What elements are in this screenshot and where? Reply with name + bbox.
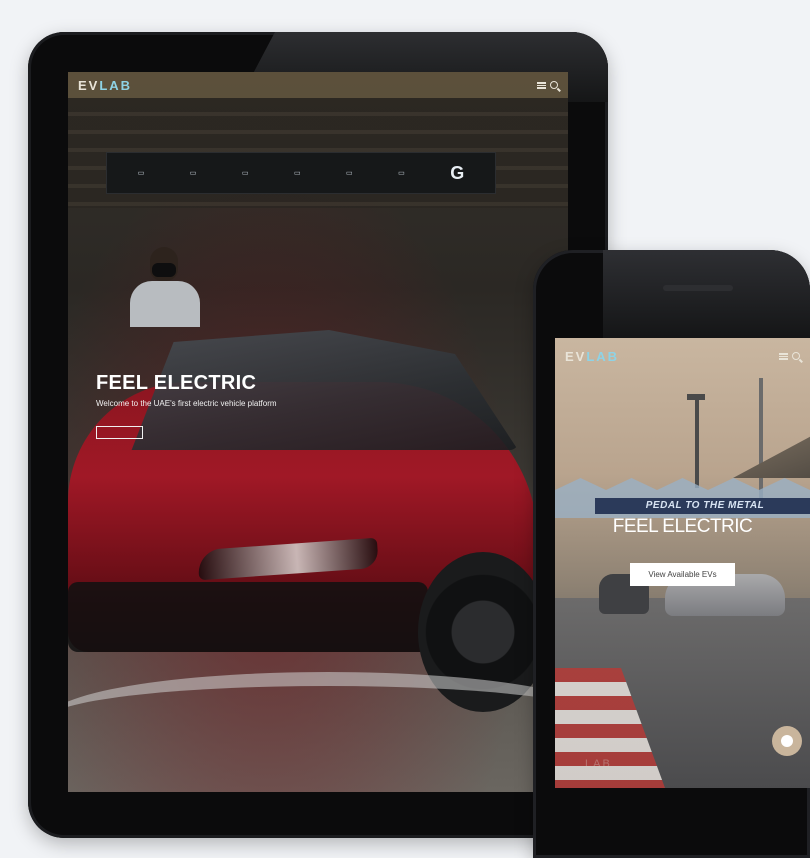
menu-icon[interactable] [779, 352, 788, 360]
phone-speaker [663, 285, 733, 291]
sign-segment: ▭ [241, 170, 249, 177]
logo-ev: EV [78, 77, 100, 93]
hero-title: FEEL ELECTRIC [96, 372, 257, 394]
phone-glare [603, 250, 810, 340]
sign-segment: ▭ [398, 170, 405, 177]
phone-navbar: EVLAB [555, 338, 810, 374]
light-pole [687, 394, 705, 488]
hero-title: FEEL ELECTRIC [612, 516, 753, 537]
search-icon[interactable] [550, 81, 558, 89]
search-icon[interactable] [792, 352, 800, 360]
hero-subtitle [618, 544, 748, 555]
logo-ev: EV [565, 348, 587, 364]
phone-hero: FEEL ELECTRIC View Available EVs [555, 516, 810, 586]
face-mask [152, 263, 176, 277]
sign-segment: ▭ [137, 170, 145, 177]
chat-bubble [781, 735, 793, 747]
track-banner: PEDAL TO THE METAL [595, 498, 810, 514]
phone-nav-icons [779, 352, 800, 360]
car-grille [68, 582, 428, 652]
sign-segment: ▭ [189, 170, 197, 177]
tablet-hero: FEEL ELECTRIC Welcome to the UAE's first… [96, 372, 277, 439]
view-evs-button[interactable] [96, 426, 144, 439]
logo-lab: LAB [99, 77, 133, 93]
sign-segment: ▭ [346, 170, 353, 177]
logo-lab: LAB [586, 348, 620, 364]
view-evs-button[interactable]: View Available EVs [630, 563, 735, 586]
flag-pole [759, 378, 763, 498]
floor-ring [68, 672, 568, 766]
menu-icon[interactable] [537, 81, 546, 89]
lab-watermark: LAB [585, 758, 612, 770]
sign-segment: ▭ [293, 170, 301, 177]
phone-device: PEDAL TO THE METAL EVLAB FEEL ELECTRIC V… [533, 250, 810, 858]
phone-screen: PEDAL TO THE METAL EVLAB FEEL ELECTRIC V… [555, 338, 810, 788]
track-canopy [733, 418, 810, 478]
phone-logo[interactable]: EVLAB [565, 349, 619, 364]
tablet-logo[interactable]: EVLAB [78, 78, 132, 93]
tablet-navbar: EVLAB [68, 72, 568, 98]
tablet-screen: ▭ ▭ ▭ ▭ ▭ ▭ G EVLAB FEEL ELECTRIC Welcom… [68, 72, 568, 792]
chat-icon[interactable] [772, 726, 802, 756]
hero-subtitle: Welcome to the UAE's first electric vehi… [96, 399, 277, 408]
airport-sign: ▭ ▭ ▭ ▭ ▭ ▭ G [106, 152, 496, 194]
tablet-nav-icons [537, 81, 558, 89]
tablet-device: ▭ ▭ ▭ ▭ ▭ ▭ G EVLAB FEEL ELECTRIC Welcom… [28, 32, 608, 838]
sign-letter-g: G [450, 162, 465, 183]
